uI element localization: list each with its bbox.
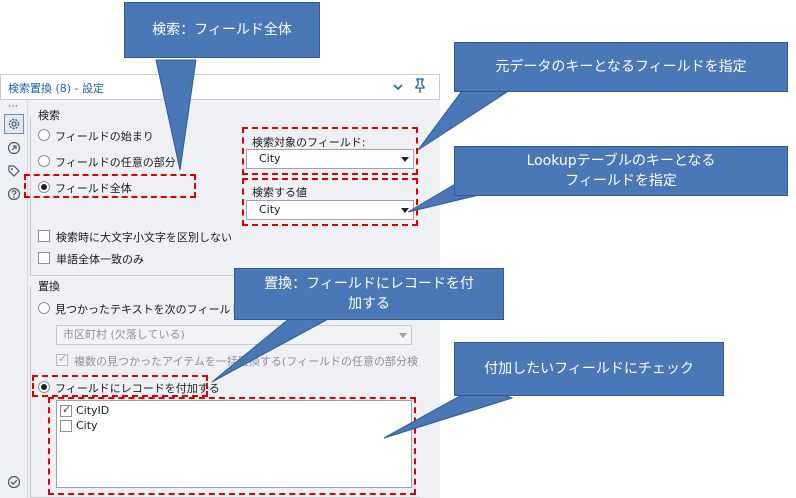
callout-lookup-key: Lookupテーブルのキーとなる フィールドを指定 (454, 146, 788, 196)
pin-icon[interactable] (414, 78, 426, 94)
callout-key-field: 元データのキーとなるフィールドを指定 (454, 42, 788, 92)
callout-lookup-line2: フィールドを指定 (565, 173, 677, 189)
callout-key-field-text: 元データのキーとなるフィールドを指定 (495, 59, 747, 75)
highlight-entire-field (24, 174, 196, 198)
callout-replace-line2: 加する (348, 296, 390, 312)
callout-replace-line1: 置換：フィールドにレコードを付 (264, 276, 474, 292)
radio-field-any-label: フィールドの任意の部分 (55, 156, 176, 169)
radio-field-start-label: フィールドの始まり (55, 130, 154, 143)
case-insensitive-label: 検索時に大文字小文字を区別しない (56, 231, 232, 244)
tag-icon[interactable] (4, 161, 24, 181)
dropdown-arrow-icon (399, 333, 407, 338)
highlight-append-records (32, 375, 208, 397)
multiple-replace-checkbox[interactable] (56, 352, 68, 366)
replace-field-value: 市区町村 (欠落している) (63, 328, 185, 341)
whole-word-label: 単語全体一致のみ (56, 253, 144, 266)
search-group-label: 検索 (38, 109, 60, 122)
whole-word-checkbox[interactable] (38, 252, 50, 264)
replace-group-label: 置換 (38, 280, 60, 293)
radio-replace-text-label: 見つかったテキストを次のフィールドの値 (55, 303, 264, 316)
multiple-replace-label: 複数の見つかったアイテムを一括置換する(フィールドの任意の部分検 (74, 355, 418, 368)
callout-lookup-line1: Lookupテーブルのキーとなる (526, 153, 716, 169)
left-toolbar (0, 100, 28, 498)
gear-icon[interactable] (4, 114, 24, 134)
case-insensitive-checkbox[interactable] (38, 230, 50, 242)
radio-field-start[interactable] (38, 129, 50, 141)
highlight-append-fields (48, 397, 416, 495)
help-icon[interactable] (4, 184, 24, 204)
check-circle-icon[interactable] (4, 472, 24, 492)
callout-search-entire: 検索：フィールド全体 (124, 2, 320, 58)
radio-replace-text[interactable] (38, 302, 50, 314)
highlight-search-value (242, 178, 418, 226)
radio-field-any[interactable] (38, 155, 50, 167)
callout-search-entire-text: 検索：フィールド全体 (152, 22, 292, 38)
more-icon[interactable]: ⋯ (8, 101, 19, 112)
highlight-target-field (242, 127, 418, 175)
replace-field-select[interactable]: 市区町村 (欠落している) (56, 325, 412, 345)
callout-replace-append: 置換：フィールドにレコードを付 加する (234, 268, 504, 320)
callout-check-fields: 付加したいフィールドにチェック (454, 342, 724, 396)
chevron-down-icon[interactable] (392, 80, 404, 94)
window-title: 検索置換 (8) - 設定 (8, 82, 105, 95)
navigate-icon[interactable] (4, 138, 24, 158)
callout-check-fields-text: 付加したいフィールドにチェック (484, 361, 694, 377)
